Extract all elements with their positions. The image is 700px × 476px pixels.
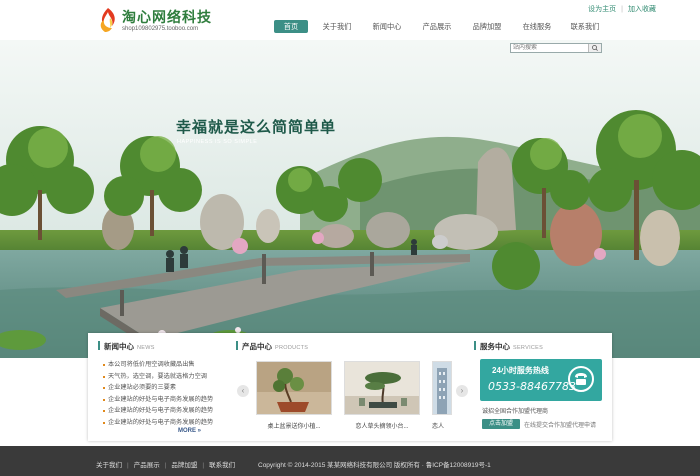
- news-item[interactable]: 企业建站的好处与电子商务发展的趋势: [102, 405, 222, 417]
- telephone-icon: [568, 366, 594, 392]
- hero-banner: 幸福就是这么简简单单 HAPPINESS IS SO SIMPLE: [0, 40, 700, 358]
- footer-links: 关于我们 | 产品展示 | 品牌加盟 | 联系我们: [96, 459, 235, 469]
- site-header: 淘心网络科技 shop109802975.tooboo.com 设为主页 | 加入收…: [0, 0, 700, 40]
- news-item[interactable]: 企业建站的好处与电子商务发展的趋势: [102, 417, 222, 429]
- product-card[interactable]: 桌上盆景送你小植...: [256, 361, 332, 430]
- product-caption: 恋人草头摘领小台...: [355, 424, 409, 430]
- hotline-card: 24小时服务热线 0533-88467783: [480, 359, 602, 401]
- news-more-link[interactable]: MORE »: [178, 428, 201, 434]
- footer-link-products[interactable]: 产品展示: [134, 462, 160, 469]
- banner-slogan: 幸福就是这么简简单单: [176, 118, 337, 136]
- set-homepage-link[interactable]: 设为主页: [588, 6, 616, 13]
- news-list: 本公司将低价甩空调收藏品出售 天气热，选空调，要选就选格力空调 企业建站必须要的…: [102, 359, 222, 428]
- product-caption: 恋人: [432, 424, 445, 430]
- search-button[interactable]: [588, 44, 601, 52]
- footer-divider: |: [202, 462, 205, 469]
- garden-landscape-image: [0, 40, 700, 358]
- nav-item-contact[interactable]: 联系我们: [568, 20, 602, 33]
- site-footer: 关于我们 | 产品展示 | 品牌加盟 | 联系我们 Copyright © 2014-201…: [0, 446, 700, 476]
- service-title-label: 服务中心: [480, 342, 510, 351]
- top-link-divider: |: [621, 6, 623, 13]
- service-title-bar: [474, 341, 476, 350]
- products-prev-button[interactable]: ‹: [237, 385, 249, 397]
- footer-link-franchise[interactable]: 品牌加盟: [171, 462, 197, 469]
- news-title-bar: [98, 341, 100, 350]
- product-image-bonsai: [344, 361, 420, 415]
- hotline-label: 24小时服务热线: [492, 366, 549, 375]
- product-card[interactable]: 恋人: [432, 361, 452, 430]
- news-bullet: [103, 421, 105, 424]
- hotline-number: 0533-88467783: [488, 380, 576, 393]
- recruit-text: 诚招全国合作加盟代理商: [482, 409, 549, 415]
- news-item[interactable]: 企业建站必须要的三要素: [102, 382, 222, 394]
- double-chevron-right-icon: »: [197, 428, 202, 434]
- news-bullet: [103, 410, 105, 412]
- news-bullet: [103, 364, 105, 366]
- news-bullet: [103, 398, 105, 401]
- product-image-building: [432, 361, 452, 415]
- logo-title: 淘心网络科技: [122, 10, 212, 26]
- nav-item-news[interactable]: 新闻中心: [370, 20, 404, 33]
- nav-item-franchise[interactable]: 品牌加盟: [470, 20, 504, 33]
- nav-item-products[interactable]: 产品展示: [420, 20, 454, 33]
- news-bullet: [103, 375, 105, 378]
- products-section-title: 产品中心 PRODUCTS: [242, 341, 308, 352]
- footer-link-contact[interactable]: 联系我们: [209, 462, 235, 469]
- news-section-title: 新闻中心 NEWS: [104, 341, 155, 352]
- join-note: 在线提交合作加盟代理申请: [524, 423, 597, 429]
- nav-item-service[interactable]: 在线服务: [520, 20, 554, 33]
- news-item[interactable]: 天气热，选空调，要选就选格力空调: [102, 371, 222, 383]
- search-icon: [592, 45, 598, 51]
- nav-item-about[interactable]: 关于我们: [320, 20, 354, 33]
- news-title-english: NEWS: [137, 345, 155, 351]
- logo-subtitle: shop109802975.tooboo.com: [122, 26, 199, 32]
- copyright-text: Copyright © 2014-2015 某某网络科技有限公司 版权所有 · …: [258, 462, 491, 469]
- service-title-english: SERVICES: [513, 345, 544, 351]
- site-logo[interactable]: 淘心网络科技 shop109802975.tooboo.com: [96, 4, 246, 38]
- search-input[interactable]: [511, 44, 589, 52]
- news-bullet: [103, 387, 105, 389]
- add-favorite-link[interactable]: 加入收藏: [628, 6, 656, 13]
- service-section-title: 服务中心 SERVICES: [480, 341, 543, 352]
- product-caption: 桌上盆景送你小植...: [267, 424, 321, 430]
- products-next-button[interactable]: ›: [456, 385, 468, 397]
- top-links: 设为主页 | 加入收藏: [588, 4, 656, 14]
- join-button[interactable]: 点击加盟: [482, 419, 520, 429]
- flame-logo-icon: [100, 8, 115, 32]
- nav-item-home[interactable]: 首页: [274, 20, 308, 33]
- product-image-bonsai: [256, 361, 332, 415]
- products-title-label: 产品中心: [242, 342, 272, 351]
- products-title-english: PRODUCTS: [275, 345, 309, 351]
- site-search: [510, 43, 602, 53]
- banner-slogan-english: HAPPINESS IS SO SIMPLE: [177, 139, 258, 145]
- footer-divider: |: [164, 462, 167, 469]
- products-title-bar: [236, 341, 238, 350]
- content-panel: 新闻中心 NEWS 本公司将低价甩空调收藏品出售 天气热，选空调，要选就选格力空调…: [88, 333, 612, 441]
- news-item[interactable]: 本公司将低价甩空调收藏品出售: [102, 359, 222, 371]
- news-item[interactable]: 企业建站的好处与电子商务发展的趋势: [102, 394, 222, 406]
- news-title-label: 新闻中心: [104, 342, 134, 351]
- product-card[interactable]: 恋人草头摘领小台...: [344, 361, 420, 430]
- footer-divider: |: [127, 462, 129, 469]
- footer-link-about[interactable]: 关于我们: [96, 462, 122, 469]
